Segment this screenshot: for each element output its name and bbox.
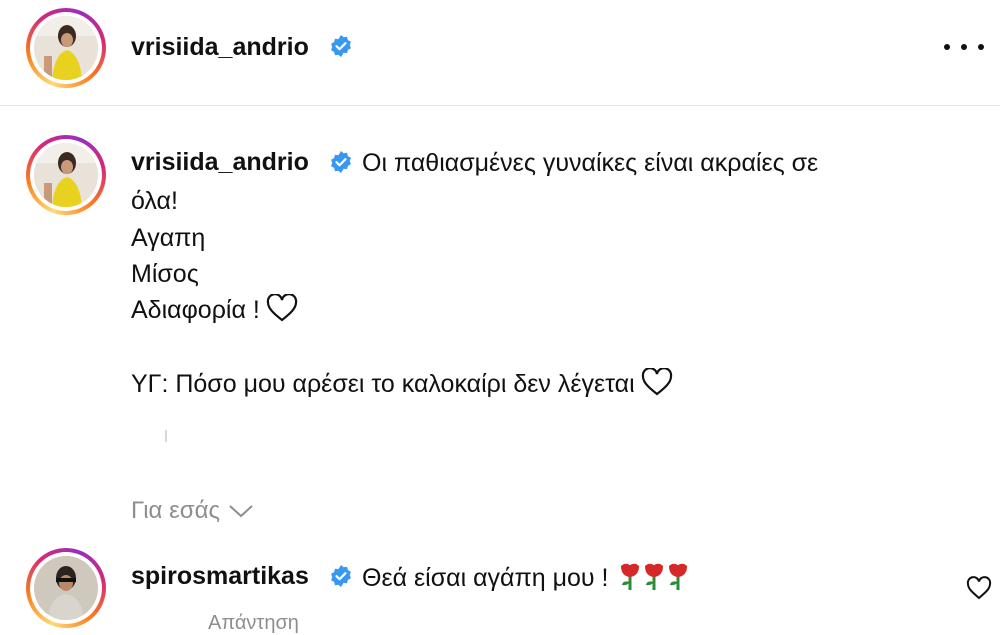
caption-text: Αδιαφορία ! — [131, 296, 260, 324]
caption-text-line: Αδιαφορία ! — [131, 292, 298, 328]
profile-photo — [34, 16, 98, 80]
like-comment-heart-icon[interactable] — [966, 576, 992, 600]
caption-avatar[interactable] — [26, 135, 106, 215]
caption-text-line: ΥΓ: Πόσο μου αρέσει το καλοκαίρι δεν λέγ… — [131, 366, 673, 402]
commenter-photo — [34, 556, 98, 620]
more-options-icon[interactable] — [944, 32, 984, 62]
comment-text: Θεά είσαι αγάπη μου ! — [362, 564, 609, 592]
profile-photo — [34, 143, 98, 207]
heart-outline-icon — [641, 368, 672, 396]
heart-outline-icon — [266, 294, 298, 322]
chevron-down-icon — [229, 505, 253, 518]
header-avatar[interactable] — [26, 8, 106, 88]
comment-text-line: Θεά είσαι αγάπη μου ! — [362, 560, 689, 596]
divider-mark — [165, 430, 167, 442]
rose-icon — [621, 563, 640, 590]
rose-icon — [669, 563, 688, 590]
reply-button[interactable]: Απάντηση — [208, 612, 299, 635]
commenter-avatar[interactable] — [26, 548, 106, 628]
verified-badge-icon — [331, 151, 351, 173]
caption-text-line: Αγαπη — [131, 224, 206, 252]
filter-label: Για εσάς — [131, 497, 221, 524]
verified-badge-icon — [331, 35, 351, 57]
header-username[interactable]: vrisiida_andrio — [131, 33, 309, 62]
verified-badge-icon — [331, 565, 351, 587]
post-header: vrisiida_andrio — [0, 0, 1000, 106]
commenter-username[interactable]: spirosmartikas — [131, 562, 309, 591]
comment-filter-dropdown[interactable]: Για εσάς — [131, 497, 254, 525]
rose-emoji — [619, 560, 689, 590]
caption-text-line: όλα! — [131, 187, 178, 215]
caption-text-line: Οι παθιασμένες γυναίκες είναι ακραίες σε — [362, 149, 819, 177]
caption-username[interactable]: vrisiida_andrio — [131, 148, 309, 177]
caption-text-line: Μίσος — [131, 260, 199, 288]
caption-text: ΥΓ: Πόσο μου αρέσει το καλοκαίρι δεν λέγ… — [131, 370, 635, 398]
rose-icon — [645, 563, 664, 590]
